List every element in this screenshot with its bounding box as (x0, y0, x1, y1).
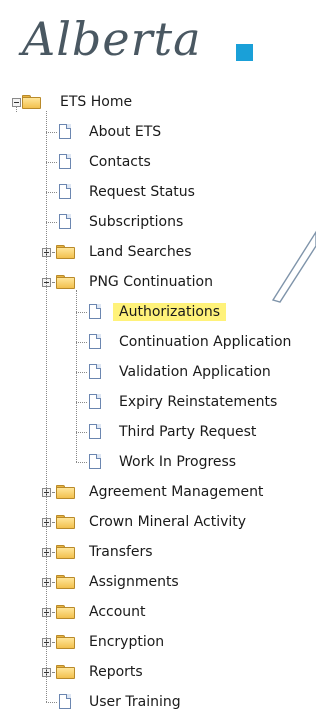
callout-pointer (271, 230, 316, 303)
